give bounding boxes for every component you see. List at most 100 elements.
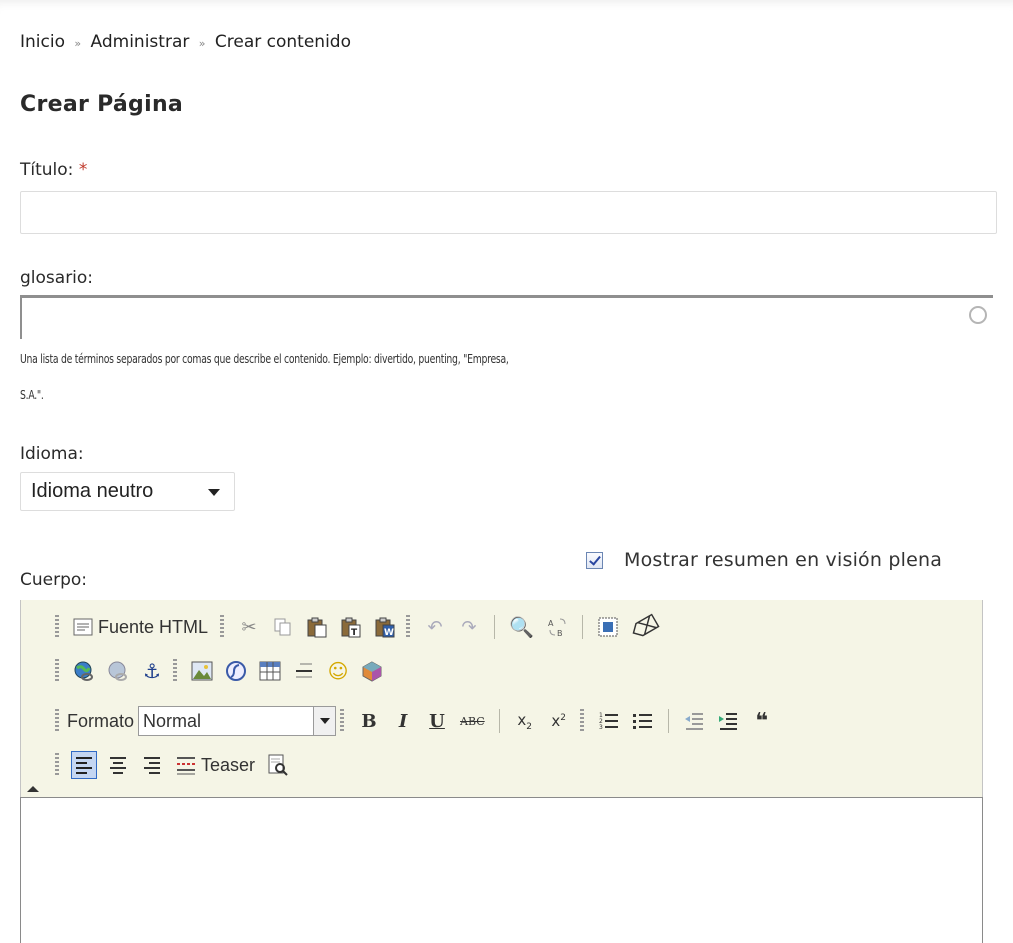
copy-button[interactable]	[270, 613, 296, 641]
toolbar-grip	[220, 615, 225, 639]
align-right-button[interactable]	[139, 751, 165, 779]
svg-text:3: 3	[599, 724, 603, 731]
find-icon: 🔍	[509, 615, 534, 639]
bold-button[interactable]: B	[356, 707, 382, 735]
subscript-icon: x2	[517, 710, 532, 732]
toolbar-grip	[173, 659, 177, 683]
title-label-text: Título:	[20, 160, 74, 180]
underline-icon: U	[429, 710, 445, 732]
editor-toolbar: Fuente HTML ✂ T W ↶ ↷ 🔍 A B ⌫ ⚓ ☺ Format…	[20, 600, 983, 797]
superscript-button[interactable]: x2	[546, 707, 572, 735]
italic-icon: I	[398, 710, 408, 732]
toolbar-grip	[55, 753, 59, 777]
redo-button[interactable]: ↷	[456, 613, 482, 641]
blockquote-button[interactable]: ❝	[749, 707, 775, 735]
preview-icon	[268, 754, 288, 776]
summary-checkbox[interactable]	[586, 551, 603, 569]
ordered-list-icon: 123	[599, 712, 618, 731]
align-center-button[interactable]	[105, 751, 131, 779]
italic-button[interactable]: I	[390, 707, 416, 735]
align-left-button[interactable]	[71, 751, 97, 779]
svg-text:B: B	[557, 629, 563, 638]
breadcrumb: Inicio » Administrar » Crear contenido	[20, 32, 351, 52]
toolbar-grip	[579, 709, 584, 733]
indent-button[interactable]	[715, 707, 741, 735]
summary-toggle[interactable]: Mostrar resumen en visión plena	[586, 549, 942, 571]
breadcrumb-separator: »	[198, 37, 206, 50]
rich-text-editor: Fuente HTML ✂ T W ↶ ↷ 🔍 A B ⌫ ⚓ ☺ Format…	[20, 600, 983, 943]
svg-text:W: W	[384, 628, 394, 638]
link-button[interactable]	[71, 657, 97, 685]
special-char-button[interactable]	[359, 657, 385, 685]
toolbar-grip	[406, 615, 411, 639]
teaser-break-button[interactable]: Teaser	[173, 751, 257, 779]
editor-body[interactable]	[20, 797, 983, 943]
bold-icon: B	[361, 710, 377, 732]
subscript-button[interactable]: x2	[512, 707, 538, 735]
svg-text:A: A	[548, 619, 554, 628]
outdent-icon	[684, 713, 703, 730]
anchor-icon: ⚓	[143, 659, 161, 683]
source-button[interactable]: Fuente HTML	[71, 613, 210, 641]
strikethrough-button[interactable]: ABC	[458, 707, 487, 735]
redo-icon: ↷	[461, 616, 477, 638]
paste-button[interactable]	[304, 613, 330, 641]
toolbar-divider	[498, 709, 500, 733]
toolbar-row-1: Fuente HTML ✂ T W ↶ ↷ 🔍 A B ⌫	[55, 610, 665, 644]
replace-button[interactable]: AB	[544, 613, 570, 641]
breadcrumb-separator: »	[74, 37, 82, 50]
toolbar-grip	[340, 709, 345, 733]
tags-label: glosario:	[20, 268, 94, 288]
select-all-icon	[598, 617, 618, 637]
find-button[interactable]: 🔍	[507, 613, 536, 641]
format-select[interactable]: Normal	[138, 706, 337, 736]
paste-word-button[interactable]: W	[372, 613, 398, 641]
outdent-button[interactable]	[681, 707, 707, 735]
source-icon	[73, 618, 93, 636]
svg-text:T: T	[351, 628, 358, 638]
unordered-list-icon	[632, 714, 652, 729]
breadcrumb-admin[interactable]: Administrar	[91, 32, 190, 52]
preview-button[interactable]	[265, 751, 291, 779]
copy-icon	[274, 618, 291, 636]
strikethrough-icon: ABC	[460, 714, 485, 728]
teaser-break-icon	[177, 757, 195, 775]
unlink-button[interactable]	[105, 657, 131, 685]
ordered-list-button[interactable]: 123	[596, 707, 622, 735]
remove-format-icon: ⌫	[626, 609, 664, 645]
title-input[interactable]	[20, 191, 997, 234]
paste-text-button[interactable]: T	[338, 613, 364, 641]
tags-field[interactable]	[20, 295, 993, 339]
underline-button[interactable]: U	[424, 707, 450, 735]
flash-button[interactable]	[223, 657, 249, 685]
image-button[interactable]	[189, 657, 215, 685]
select-all-button[interactable]	[595, 613, 621, 641]
toolbar-grip	[55, 709, 59, 733]
format-label: Formato	[67, 710, 135, 731]
language-selected: Idioma neutro	[31, 480, 154, 502]
paste-text-icon: T	[341, 617, 361, 638]
toolbar-divider	[581, 615, 583, 639]
align-right-icon	[144, 757, 160, 774]
unlink-icon	[108, 661, 127, 681]
toolbar-grip	[55, 615, 59, 639]
title-label: Título: *	[20, 160, 87, 180]
remove-format-button[interactable]: ⌫	[627, 610, 663, 645]
tags-input[interactable]	[22, 298, 993, 339]
smiley-button[interactable]: ☺	[325, 657, 351, 685]
table-button[interactable]	[257, 657, 283, 685]
horizontal-rule-button[interactable]	[291, 657, 317, 685]
undo-button[interactable]: ↶	[422, 613, 448, 641]
language-label: Idioma:	[20, 444, 84, 464]
anchor-button[interactable]: ⚓	[139, 657, 165, 685]
special-char-icon	[362, 661, 382, 682]
language-select[interactable]: Idioma neutro	[20, 472, 235, 511]
breadcrumb-home[interactable]: Inicio	[20, 32, 65, 52]
breadcrumb-create-content[interactable]: Crear contenido	[215, 32, 351, 52]
smiley-icon: ☺	[327, 659, 349, 683]
format-selected: Normal	[143, 710, 202, 731]
toolbar-collapse-icon[interactable]	[27, 786, 39, 792]
cut-button[interactable]: ✂	[236, 613, 262, 641]
chevron-down-icon	[208, 489, 220, 496]
unordered-list-button[interactable]	[630, 707, 656, 735]
